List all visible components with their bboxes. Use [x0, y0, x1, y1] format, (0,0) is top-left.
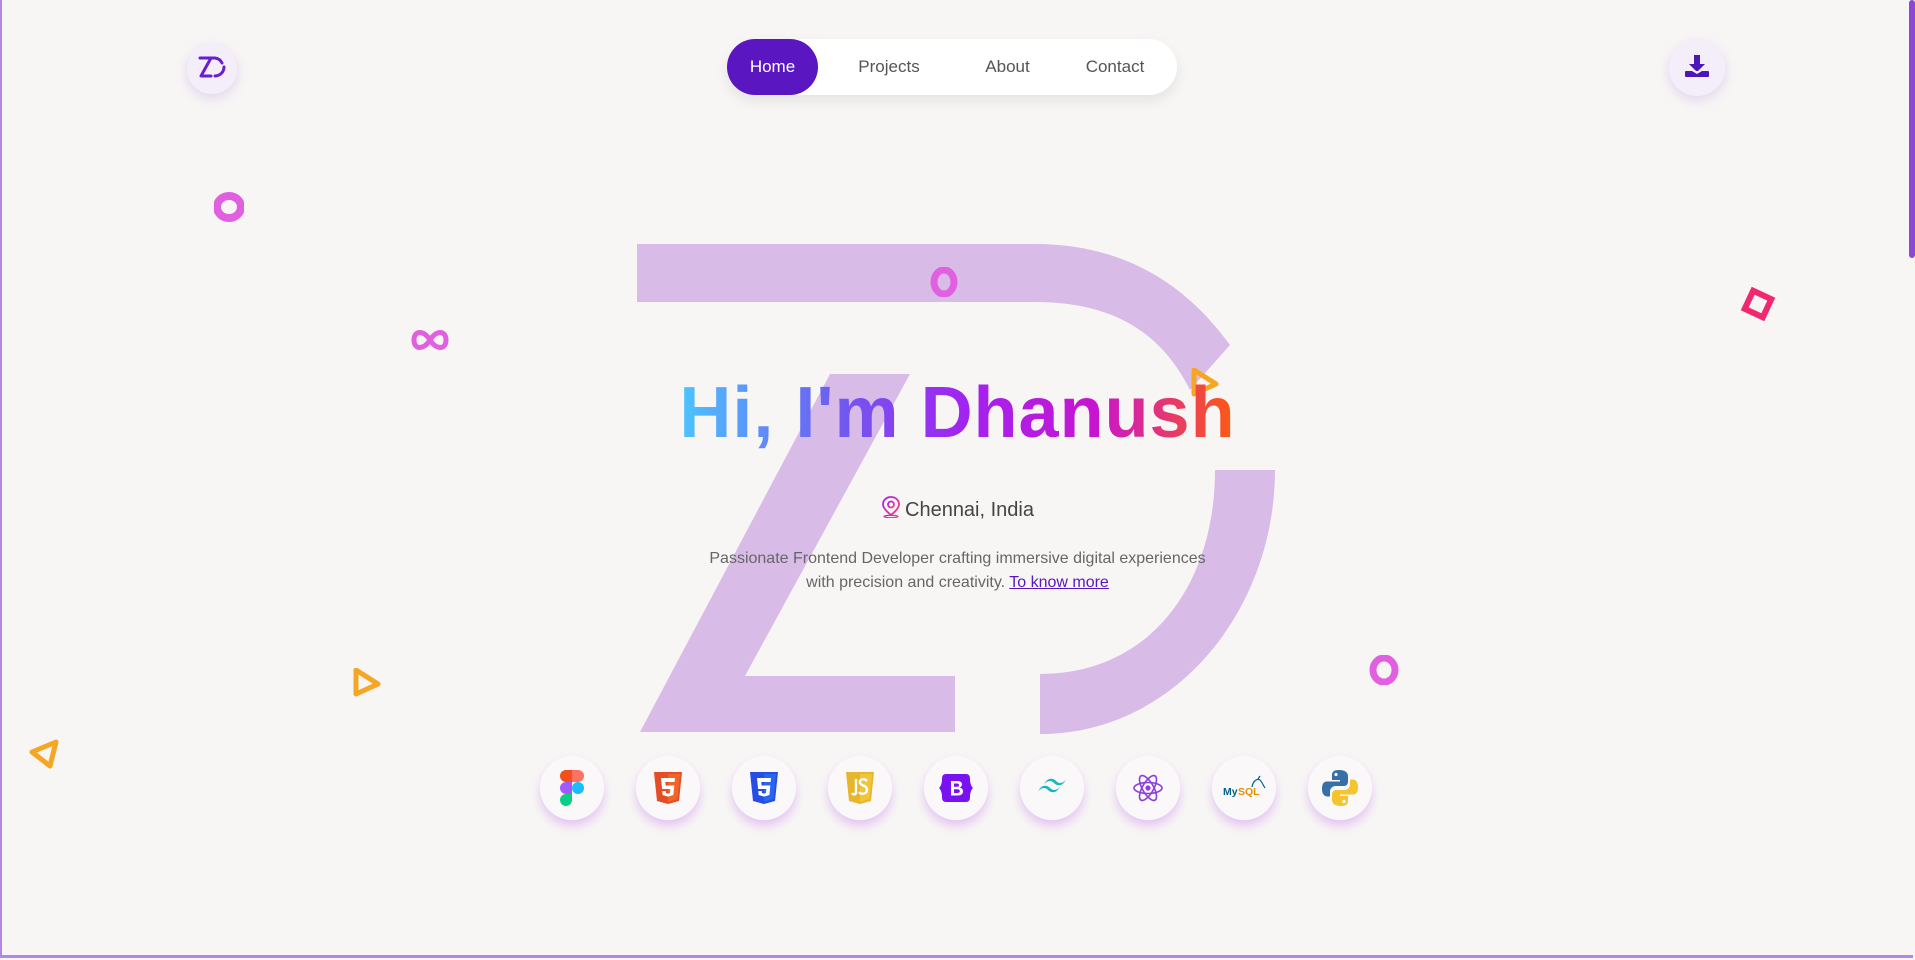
infinity-shape-icon	[411, 330, 449, 350]
triangle-shape-icon	[353, 668, 381, 697]
css3-icon	[750, 772, 778, 804]
skill-figma[interactable]	[540, 756, 604, 820]
logo-button[interactable]	[187, 44, 237, 94]
main-nav: Home Projects About Contact	[727, 39, 1177, 95]
skill-javascript[interactable]	[828, 756, 892, 820]
skill-css3[interactable]	[732, 756, 796, 820]
tailwind-icon	[1038, 778, 1066, 793]
skill-html5[interactable]	[636, 756, 700, 820]
location-text: Chennai, India	[905, 498, 1034, 521]
react-icon	[1133, 774, 1163, 802]
nav-projects[interactable]: Projects	[818, 39, 960, 95]
torus-shape-icon	[214, 192, 244, 222]
javascript-icon	[846, 772, 874, 804]
svg-text:SQL: SQL	[1238, 786, 1260, 798]
torus-shape-icon	[930, 267, 958, 297]
dz-logo-icon	[197, 55, 227, 84]
hero-description: Passionate Frontend Developer crafting i…	[709, 550, 1206, 591]
html5-icon	[654, 772, 682, 804]
nav-contact[interactable]: Contact	[1055, 39, 1175, 95]
torus-shape-icon	[1369, 655, 1399, 685]
skill-bootstrap[interactable]	[924, 756, 988, 820]
nav-about[interactable]: About	[960, 39, 1055, 95]
svg-text:My: My	[1223, 786, 1238, 798]
scrollbar[interactable]	[1909, 0, 1915, 258]
square-frame-shape-icon	[1740, 286, 1776, 322]
skill-react[interactable]	[1116, 756, 1180, 820]
mysql-icon: My SQL	[1223, 775, 1266, 798]
skills-row: My SQL	[540, 756, 1372, 820]
background-logo	[637, 244, 1275, 734]
triangle-shape-icon	[29, 739, 59, 769]
location-pin-icon	[881, 496, 901, 524]
hero-title: Hi, I'm Dhanush	[679, 373, 1236, 453]
python-icon	[1322, 770, 1358, 806]
download-resume-button[interactable]	[1669, 40, 1725, 96]
skill-mysql[interactable]: My SQL	[1212, 756, 1276, 820]
skill-python[interactable]	[1308, 756, 1372, 820]
location: Chennai, India	[0, 496, 1915, 524]
download-icon	[1684, 54, 1710, 83]
figma-icon	[560, 770, 584, 806]
skill-tailwind[interactable]	[1020, 756, 1084, 820]
bootstrap-icon	[939, 774, 973, 802]
know-more-link[interactable]: To know more	[1009, 574, 1109, 591]
nav-home[interactable]: Home	[727, 39, 818, 95]
